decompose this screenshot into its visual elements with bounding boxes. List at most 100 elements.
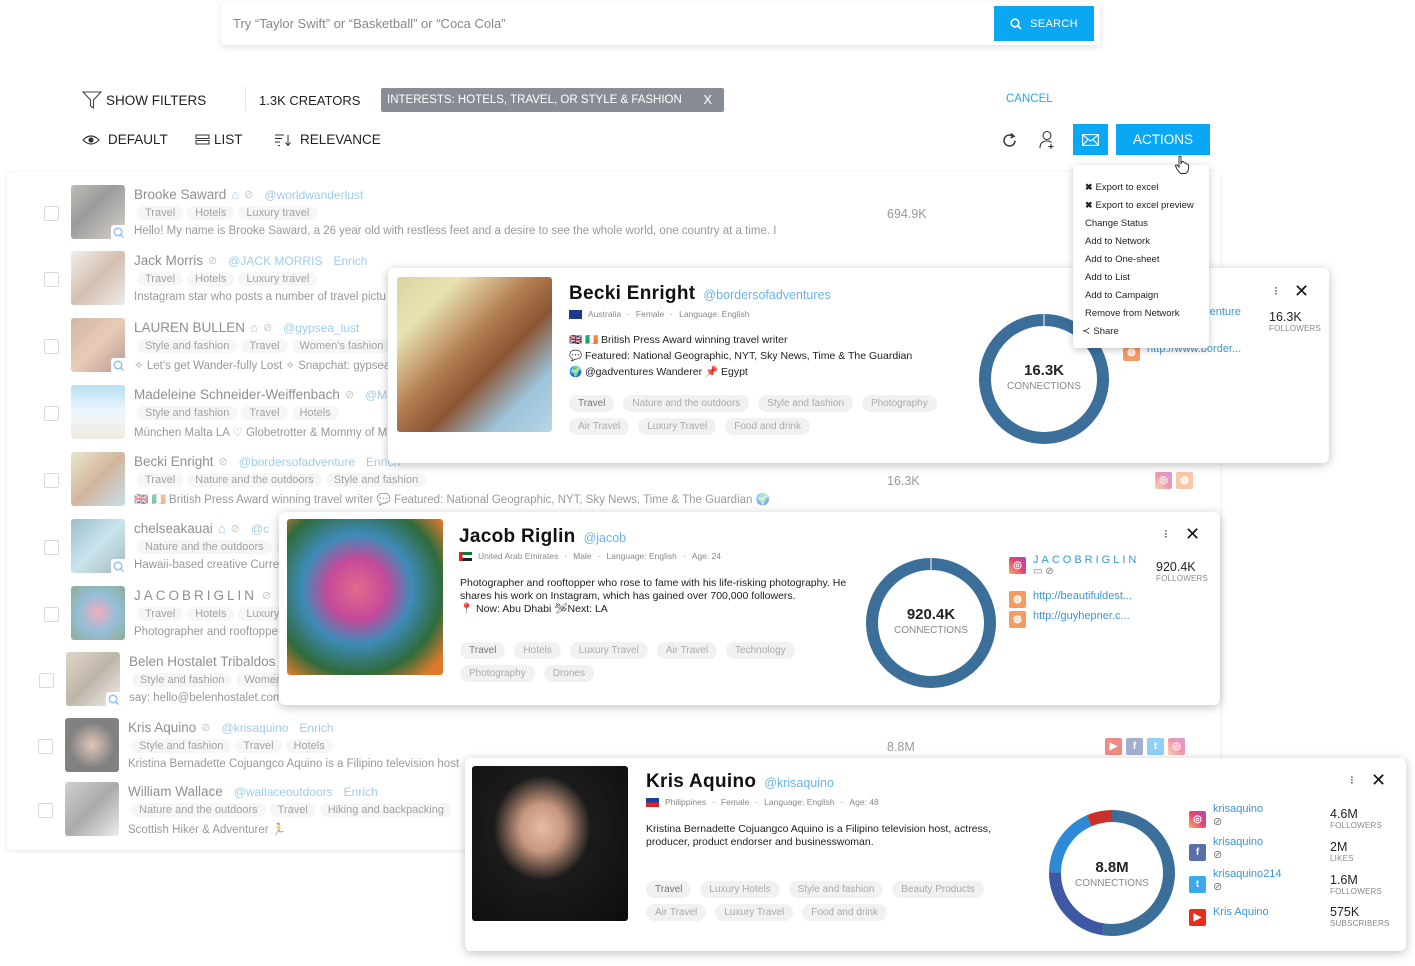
menu-item-add-to-network[interactable]: Add to Network bbox=[1073, 232, 1209, 250]
row-checkbox[interactable] bbox=[44, 206, 59, 221]
instagram-icon[interactable]: ◎ bbox=[1168, 738, 1185, 755]
show-filters-button[interactable]: SHOW FILTERS bbox=[82, 90, 206, 110]
creator-name[interactable]: Madeleine Schneider-Weiffenbach bbox=[134, 387, 340, 402]
row-checkbox[interactable] bbox=[39, 673, 54, 688]
view-list-button[interactable]: LIST bbox=[195, 132, 243, 147]
row-checkbox[interactable] bbox=[44, 607, 59, 622]
creator-avatar[interactable] bbox=[71, 385, 125, 439]
profile-handle[interactable]: @jacob bbox=[584, 531, 627, 545]
menu-item-add-to-campaign[interactable]: Add to Campaign bbox=[1073, 286, 1209, 304]
creator-handle[interactable]: @krisaquino bbox=[222, 721, 289, 735]
creator-avatar[interactable] bbox=[66, 652, 120, 706]
quick-view-icon[interactable] bbox=[106, 692, 120, 706]
row-checkbox[interactable] bbox=[44, 540, 59, 555]
creator-avatar[interactable] bbox=[71, 452, 125, 506]
network-row[interactable]: ◎ JACOBRIGLIN ▭ ⊘ bbox=[1009, 554, 1139, 577]
menu-item-add-to-one-sheet[interactable]: Add to One-sheet bbox=[1073, 250, 1209, 268]
creator-avatar[interactable] bbox=[71, 251, 125, 305]
network-name[interactable]: krisaquino214 bbox=[1213, 868, 1282, 880]
creator-avatar[interactable] bbox=[65, 782, 119, 836]
network-row[interactable]: ▶ Kris Aquino bbox=[1189, 906, 1269, 926]
youtube-icon[interactable]: ▶ bbox=[1105, 738, 1122, 755]
creator-avatar[interactable] bbox=[71, 185, 125, 239]
creator-avatar[interactable] bbox=[65, 718, 119, 772]
creator-handle[interactable]: @wallaceoutdoors bbox=[234, 785, 333, 799]
network-row[interactable]: t krisaquino214 ⊘ bbox=[1189, 868, 1282, 893]
more-options-icon[interactable]: ⁝ bbox=[1350, 773, 1354, 787]
creator-handle[interactable]: @M bbox=[365, 388, 387, 402]
row-checkbox[interactable] bbox=[44, 339, 59, 354]
creator-handle[interactable]: @bordersofadventure bbox=[239, 455, 355, 469]
row-checkbox[interactable] bbox=[38, 739, 53, 754]
twitter-icon[interactable]: t bbox=[1147, 738, 1164, 755]
interest-tag: Luxury travel bbox=[238, 206, 318, 220]
network-row[interactable]: ◍ http://beautifuldest... bbox=[1009, 588, 1132, 608]
network-name[interactable]: http://guyhepner.c... bbox=[1033, 610, 1130, 622]
creator-name[interactable]: LAUREN BULLEN bbox=[134, 320, 245, 335]
cancel-link[interactable]: CANCEL bbox=[1006, 93, 1053, 105]
quick-view-icon[interactable] bbox=[111, 358, 125, 372]
more-options-icon[interactable]: ⁝ bbox=[1164, 527, 1168, 541]
profile-handle[interactable]: @krisaquino bbox=[764, 776, 834, 790]
menu-item-remove-from-network[interactable]: Remove from Network bbox=[1073, 304, 1209, 322]
creator-handle[interactable]: @worldwanderlust bbox=[264, 188, 363, 202]
network-name[interactable]: Kris Aquino bbox=[1213, 906, 1269, 918]
interest-tag: Style and fashion bbox=[137, 406, 238, 420]
add-user-button[interactable] bbox=[1035, 128, 1059, 152]
creator-avatar[interactable] bbox=[71, 586, 125, 640]
creator-name[interactable]: Becki Enright bbox=[134, 454, 214, 469]
enrich-link[interactable]: Enrich bbox=[299, 721, 333, 735]
uae-flag-icon bbox=[459, 551, 472, 561]
close-icon[interactable]: ✕ bbox=[1294, 281, 1309, 302]
creator-name[interactable]: chelseakauai bbox=[134, 521, 213, 536]
globe-icon[interactable]: ◍ bbox=[1176, 472, 1193, 489]
search-input[interactable] bbox=[221, 2, 991, 45]
network-name[interactable]: JACOBRIGLIN bbox=[1033, 554, 1139, 566]
actions-button[interactable]: ACTIONS bbox=[1116, 124, 1210, 155]
row-checkbox[interactable] bbox=[38, 803, 53, 818]
creator-handle[interactable]: @c bbox=[251, 522, 269, 536]
close-icon[interactable]: ✕ bbox=[1371, 770, 1386, 791]
network-name[interactable]: krisaquino bbox=[1213, 836, 1263, 848]
email-button[interactable] bbox=[1073, 124, 1108, 155]
creator-handle[interactable]: @JACK MORRIS bbox=[228, 254, 322, 268]
network-name[interactable]: krisaquino bbox=[1213, 803, 1263, 815]
enrich-link[interactable]: Enrich bbox=[333, 254, 367, 268]
search-button[interactable]: SEARCH bbox=[994, 6, 1094, 41]
creator-avatar[interactable] bbox=[71, 318, 125, 372]
menu-item-share[interactable]: ≺ Share bbox=[1073, 322, 1209, 340]
creator-row[interactable]: Brooke Saward ⌂ ⊘ @worldwanderlust Travel Hot… bbox=[7, 182, 1220, 248]
network-row[interactable]: ◍ http://guyhepner.c... bbox=[1009, 608, 1130, 628]
close-icon[interactable]: ✕ bbox=[1185, 524, 1200, 545]
menu-item-export-to-excel-preview[interactable]: ✖ Export to excel preview bbox=[1073, 196, 1209, 214]
instagram-icon[interactable]: ◎ bbox=[1155, 472, 1172, 489]
row-checkbox[interactable] bbox=[44, 473, 59, 488]
view-default-button[interactable]: DEFAULT bbox=[82, 132, 168, 147]
creator-name[interactable]: JACOBRIGLIN bbox=[134, 588, 257, 603]
filter-chip-close-icon[interactable]: X bbox=[703, 92, 712, 107]
network-row[interactable]: f krisaquino ⊘ bbox=[1189, 836, 1263, 861]
creator-name[interactable]: Belen Hostalet Tribaldos bbox=[129, 654, 275, 669]
network-row[interactable]: ◎ krisaquino ⊘ bbox=[1189, 803, 1263, 828]
filter-chip[interactable]: INTERESTS: HOTELS, TRAVEL, OR STYLE & FA… bbox=[381, 88, 724, 112]
refresh-button[interactable] bbox=[997, 128, 1021, 152]
facebook-icon[interactable]: f bbox=[1126, 738, 1143, 755]
creator-avatar[interactable] bbox=[71, 519, 125, 573]
creator-handle[interactable]: @gypsea_lust bbox=[283, 321, 359, 335]
row-checkbox[interactable] bbox=[44, 272, 59, 287]
network-name[interactable]: http://beautifuldest... bbox=[1033, 590, 1132, 602]
profile-handle[interactable]: @bordersofadventures bbox=[703, 288, 830, 302]
menu-item-change-status[interactable]: Change Status bbox=[1073, 214, 1209, 232]
creator-name[interactable]: Jack Morris bbox=[134, 253, 203, 268]
sort-relevance-button[interactable]: RELEVANCE bbox=[274, 132, 381, 147]
quick-view-icon[interactable] bbox=[111, 225, 125, 239]
enrich-link[interactable]: Enrich bbox=[344, 785, 378, 799]
menu-item-export-to-excel[interactable]: ✖ Export to excel bbox=[1073, 178, 1209, 196]
creator-name[interactable]: William Wallace bbox=[128, 784, 223, 799]
more-options-icon[interactable]: ⁝ bbox=[1274, 284, 1278, 298]
quick-view-icon[interactable] bbox=[111, 559, 125, 573]
row-checkbox[interactable] bbox=[44, 406, 59, 421]
creator-name[interactable]: Brooke Saward bbox=[134, 187, 226, 202]
menu-item-add-to-list[interactable]: Add to List bbox=[1073, 268, 1209, 286]
creator-name[interactable]: Kris Aquino bbox=[128, 720, 196, 735]
